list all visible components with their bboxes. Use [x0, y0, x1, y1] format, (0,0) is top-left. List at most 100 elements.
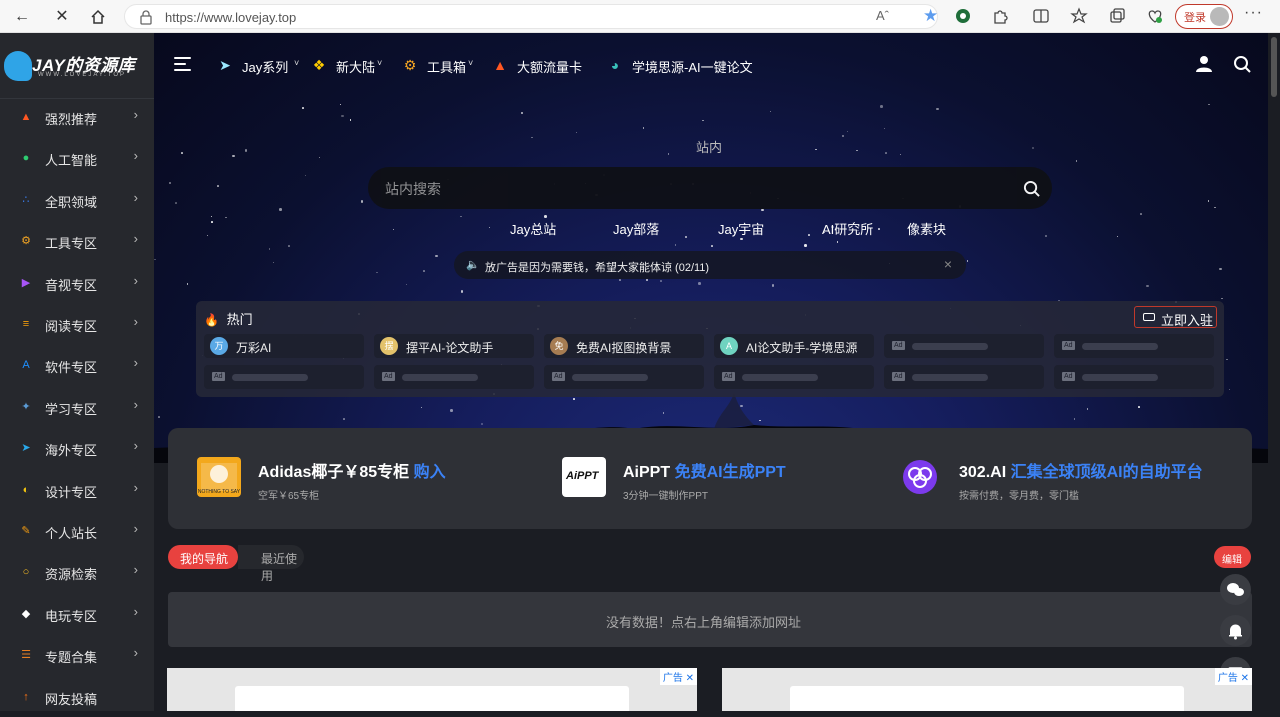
quick-link[interactable]: AI研究所 — [822, 219, 873, 238]
sidebar-item-label: 资源检索 — [45, 567, 98, 583]
sidebar-item[interactable]: ▲ 强烈推荐 › — [0, 96, 154, 137]
ghost-icon: ◆ — [21, 607, 31, 620]
star-dot — [1208, 103, 1210, 106]
placeholder-bar — [402, 374, 478, 381]
collections-icon[interactable] — [1108, 7, 1126, 25]
hot-ad-slot[interactable]: Ad — [204, 365, 364, 389]
hot-item[interactable]: 免免费AI抠图换背景 — [544, 334, 704, 358]
appstore-icon: A — [22, 359, 30, 372]
hot-ad-slot[interactable]: Ad — [714, 365, 874, 389]
hot-item-label: AI论文助手-学境思源 — [746, 341, 858, 355]
quick-link[interactable]: Jay宇宙 — [718, 219, 764, 238]
sidebar-item-label: 全职领域 — [45, 194, 98, 210]
star-dot — [181, 152, 183, 154]
sidebar-item[interactable]: ○ 资源检索 › — [0, 551, 154, 592]
sidebar-item[interactable]: ▶ 音视专区 › — [0, 262, 154, 303]
back-icon[interactable]: ← — [10, 5, 34, 29]
home-icon[interactable] — [86, 5, 110, 29]
hot-item[interactable]: 摆摆平AI-论文助手 — [374, 334, 534, 358]
fire-icon: ▲ — [20, 111, 32, 123]
ad-banner-left[interactable]: 广告 ✕ — [167, 668, 697, 711]
star-dot — [841, 134, 845, 138]
star-dot — [1214, 206, 1216, 209]
hot-ad-slot[interactable]: Ad — [1054, 365, 1214, 389]
address-bar[interactable]: https://www.lovejay.top Aˆ ★ — [124, 4, 938, 29]
extension-icon[interactable] — [954, 7, 972, 25]
search-input[interactable]: 站内搜索 — [368, 167, 1052, 209]
ad-badge: Ad — [1062, 372, 1075, 381]
hot-ad-slot[interactable]: Ad — [544, 365, 704, 389]
nav-item[interactable]: ◕ 学境思源-AI一键论文 — [606, 55, 796, 75]
edit-button[interactable]: 编辑 — [1214, 546, 1251, 568]
telegram-icon: ➤ — [21, 442, 31, 455]
tab-recent[interactable]: 最近使用 — [238, 545, 304, 583]
hot-ad-slot[interactable]: Ad — [884, 365, 1044, 389]
ad-302ai-subtitle: 按需付费，零月费，零门槛 — [959, 491, 1079, 502]
sidebar-item[interactable]: ◆ 电玩专区 › — [0, 593, 154, 634]
star-dot — [360, 200, 364, 203]
more-menu-icon[interactable]: ··· — [1244, 4, 1263, 22]
search-submit-icon[interactable] — [1023, 180, 1040, 197]
hot-ad-slot[interactable]: Ad — [374, 365, 534, 389]
announcement-text[interactable]: 放广告是因为需要钱，希望大家能体谅 (02/11) — [485, 259, 709, 275]
menu-toggle-icon[interactable] — [174, 57, 191, 71]
ad-tag[interactable]: 广告 ✕ — [1214, 668, 1252, 685]
join-button[interactable]: 立即入驻 — [1134, 306, 1217, 328]
sidebar-item-label: 工具专区 — [45, 236, 98, 252]
quick-link[interactable]: Jay部落 — [613, 219, 659, 238]
site-logo[interactable]: JAY的资源库 WWW.LOVEJAY.TOP — [4, 47, 154, 85]
sidebar-item[interactable]: ⚙ 工具专区 › — [0, 220, 154, 261]
sidebar-item-label: 人工智能 — [45, 153, 98, 169]
sidebar-item[interactable]: ● 人工智能 › — [0, 137, 154, 178]
hot-item-avatar: 万 — [210, 337, 228, 355]
sidebar-item[interactable]: ✎ 个人站长 › — [0, 510, 154, 551]
tab-my-nav[interactable]: 我的导航 — [168, 545, 238, 569]
ad-adidas[interactable]: NOTHING TO SAY Adidas椰子￥85专柜 购入 空军￥65专柜 — [197, 453, 497, 503]
login-button[interactable]: 登录 — [1175, 4, 1233, 29]
close-icon[interactable]: × — [944, 256, 952, 272]
stop-icon[interactable]: ✕ — [50, 5, 74, 29]
star-dot — [642, 127, 645, 129]
chevron-right-icon: › — [133, 562, 138, 578]
sidebar-item[interactable]: ≡ 阅读专区 › — [0, 303, 154, 344]
health-icon[interactable] — [1146, 7, 1164, 25]
placeholder-bar — [1082, 374, 1158, 381]
scrollbar[interactable] — [1268, 33, 1280, 711]
ad-banner-right[interactable]: 广告 ✕ — [722, 668, 1252, 711]
hot-ad-slot[interactable]: Ad — [1054, 334, 1214, 358]
sidebar-item[interactable]: ☰ 专题合集 › — [0, 634, 154, 675]
read-aloud-icon[interactable]: Aˆ — [876, 8, 889, 23]
star-dot — [880, 105, 883, 108]
user-icon[interactable] — [1195, 55, 1213, 73]
puzzle-icon[interactable] — [991, 7, 1009, 25]
upload-icon: ↑ — [23, 690, 29, 703]
quick-link[interactable]: Jay总站 — [510, 219, 556, 238]
star-dot — [883, 127, 886, 129]
favorite-star-icon[interactable]: ★ — [923, 6, 938, 25]
star-dot — [168, 181, 172, 184]
scrollbar-thumb[interactable] — [1271, 37, 1277, 97]
hot-item[interactable]: A AI论文助手-学境思源 — [714, 334, 874, 358]
sidebar-item[interactable]: ◐ 设计专区 › — [0, 469, 154, 510]
ad-aippt[interactable]: AiPPT AiPPT 免费AI生成PPT 3分钟一键制作PPT — [562, 453, 862, 503]
favorites-icon[interactable] — [1070, 7, 1088, 25]
sidebar-item[interactable]: ∴ 全职领域 › — [0, 179, 154, 220]
notification-icon[interactable] — [1220, 615, 1251, 646]
sidebar-item[interactable]: ✦ 学习专区 › — [0, 386, 154, 427]
ad-302ai[interactable]: 302.AI 汇集全球顶级AI的自助平台 按需付费，零月费，零门槛 — [898, 453, 1238, 503]
split-screen-icon[interactable] — [1032, 7, 1050, 25]
hot-item[interactable]: 万万彩AI — [204, 334, 364, 358]
sidebar-item[interactable]: ↑ 网友投稿 — [0, 676, 154, 717]
announcement-bar: 🔈 放广告是因为需要钱，希望大家能体谅 (02/11) × — [454, 251, 966, 279]
nav-item-label: 工具箱 — [427, 60, 467, 75]
sponsor-bar: NOTHING TO SAY Adidas椰子￥85专柜 购入 空军￥65专柜 … — [168, 428, 1252, 529]
ad-tag[interactable]: 广告 ✕ — [659, 668, 697, 685]
wechat-icon[interactable] — [1220, 574, 1251, 605]
quick-link[interactable]: 像素块 — [907, 219, 946, 238]
sidebar-item[interactable]: A 软件专区 › — [0, 344, 154, 385]
search-scope-label[interactable]: 站内 — [696, 137, 722, 156]
sidebar-item[interactable]: ➤ 海外专区 › — [0, 427, 154, 468]
search-icon[interactable] — [1233, 55, 1251, 73]
hot-ad-slot[interactable]: Ad — [884, 334, 1044, 358]
star-dot — [711, 245, 713, 247]
